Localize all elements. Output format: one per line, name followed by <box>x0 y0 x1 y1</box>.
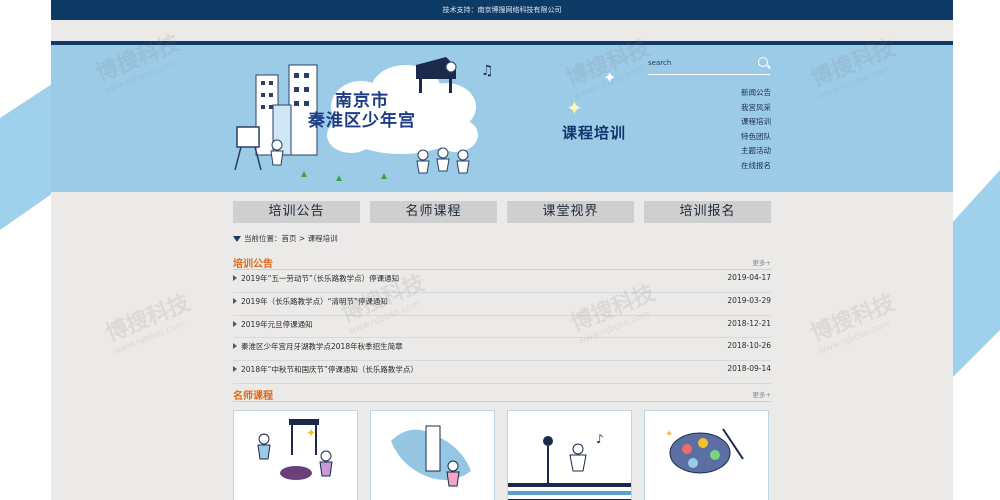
side-link-teams[interactable]: 特色团队 <box>741 130 801 145</box>
header-banner: ♫ ✦ ✦ 南京市 秦淮区少年宫 课程培训 新闻公告 我宫风采 课程培训 特色团… <box>51 45 953 192</box>
palette-illustration: ✦ <box>665 428 744 474</box>
grass <box>301 171 387 181</box>
sparkle-icon: ✦ <box>566 96 583 120</box>
performer-illustration: ✦ <box>257 419 333 480</box>
breadcrumb-arrow-icon <box>233 236 241 242</box>
course-card[interactable]: ♪ <box>507 410 632 500</box>
tab-classroom[interactable]: 课堂视界 <box>507 201 634 223</box>
music-note-icon: ♫ <box>481 63 494 79</box>
course-card[interactable]: ✦ <box>233 410 358 500</box>
news-title[interactable]: 2019年元旦停课通知 <box>241 319 313 330</box>
news-title[interactable]: 2018年“中秋节和国庆节”停课通知（长乐路教学点） <box>241 364 418 375</box>
tech-support-text: 技术支持：南京博搜网络科技有限公司 <box>442 6 562 14</box>
list-item[interactable]: 2019年“五一劳动节”（长乐路教学点）停课通知 2019-04-17 <box>233 270 771 293</box>
side-link-activities[interactable]: 主题活动 <box>741 144 801 159</box>
spacer <box>51 20 953 41</box>
news-date: 2018-10-26 <box>727 341 771 351</box>
painter-illustration <box>391 425 471 487</box>
main-nav: 培训公告 名师课程 课堂视界 培训报名 <box>233 201 771 223</box>
bullet-arrow-icon <box>233 343 237 350</box>
sparkle-icon: ✦ <box>603 68 616 87</box>
search-box <box>648 54 770 75</box>
breadcrumb-prefix: 当前位置： <box>244 234 282 243</box>
list-item[interactable]: 2018年“中秋节和国庆节”停课通知（长乐路教学点） 2018-09-14 <box>233 361 771 384</box>
footer-bar: 技术支持：南京博搜网络科技有限公司 <box>51 0 953 20</box>
page-frame: 技术支持：南京博搜网络科技有限公司 ♫ ✦ ✦ 南京市 秦淮区少年宫 课程培训 … <box>51 0 953 500</box>
news-title[interactable]: 2019年（长乐路教学点）“清明节”停课通知 <box>241 296 388 307</box>
course-card[interactable] <box>370 410 495 500</box>
singer-illustration: ♪ <box>508 432 631 500</box>
side-link-news[interactable]: 新闻公告 <box>741 86 801 101</box>
breadcrumb-home[interactable]: 首页 <box>282 234 297 243</box>
news-date: 2018-12-21 <box>727 318 771 328</box>
announcements-list: 2019年“五一劳动节”（长乐路教学点）停课通知 2019-04-17 2019… <box>233 270 771 384</box>
list-item[interactable]: 2019年元旦停课通知 2018-12-21 <box>233 316 771 339</box>
tab-announcements[interactable]: 培训公告 <box>233 201 360 223</box>
announcements-header: 培训公告 更多+ <box>233 255 771 270</box>
side-link-signup[interactable]: 在线报名 <box>741 159 801 174</box>
svg-text:♪: ♪ <box>596 432 604 446</box>
banner-illustration: ♫ ✦ ✦ <box>234 57 616 181</box>
courses-header: 名师课程 更多+ <box>233 387 771 402</box>
tab-signup[interactable]: 培训报名 <box>644 201 771 223</box>
logo-line-1: 南京市 <box>335 91 389 111</box>
list-item[interactable]: 秦淮区少年宫月牙湖教学点2018年秋季招生简章 2018-10-26 <box>233 338 771 362</box>
site-logo-text: 南京市 秦淮区少年宫 <box>297 91 427 131</box>
news-title[interactable]: 秦淮区少年宫月牙湖教学点2018年秋季招生简章 <box>241 341 403 352</box>
announcements-title: 培训公告 <box>233 259 273 270</box>
news-date: 2019-04-17 <box>727 273 771 282</box>
announcements-more-link[interactable]: 更多+ <box>753 257 771 267</box>
breadcrumb: 当前位置：首页 > 课程培训 <box>233 233 338 244</box>
page-heading: 课程培训 <box>562 124 627 142</box>
bullet-arrow-icon <box>233 320 237 327</box>
side-link-courses[interactable]: 课程培训 <box>741 115 801 130</box>
news-date: 2018-09-14 <box>727 364 771 374</box>
svg-text:✦: ✦ <box>665 429 673 440</box>
logo-line-2: 秦淮区少年宫 <box>308 111 416 131</box>
breadcrumb-sep: > <box>298 234 306 243</box>
search-input[interactable] <box>648 56 748 70</box>
banner-side-menu: 新闻公告 我宫风采 课程培训 特色团队 主题活动 在线报名 <box>741 86 801 173</box>
side-link-style[interactable]: 我宫风采 <box>741 101 801 116</box>
tab-courses[interactable]: 名师课程 <box>370 201 497 223</box>
courses-more-link[interactable]: 更多+ <box>753 389 771 399</box>
bullet-arrow-icon <box>233 275 237 281</box>
list-item[interactable]: 2019年（长乐路教学点）“清明节”停课通知 2019-03-29 <box>233 293 771 316</box>
news-title[interactable]: 2019年“五一劳动节”（长乐路教学点）停课通知 <box>241 273 399 284</box>
search-icon[interactable] <box>758 57 768 67</box>
course-cards: ✦ ♪ ✦ <box>233 410 771 500</box>
breadcrumb-current: 课程培训 <box>307 234 338 243</box>
bullet-arrow-icon <box>233 366 237 373</box>
svg-text:✦: ✦ <box>306 426 316 440</box>
bullet-arrow-icon <box>233 297 237 304</box>
news-date: 2019-03-29 <box>727 295 771 305</box>
courses-title: 名师课程 <box>233 391 273 402</box>
course-card[interactable]: ✦ <box>644 410 769 500</box>
